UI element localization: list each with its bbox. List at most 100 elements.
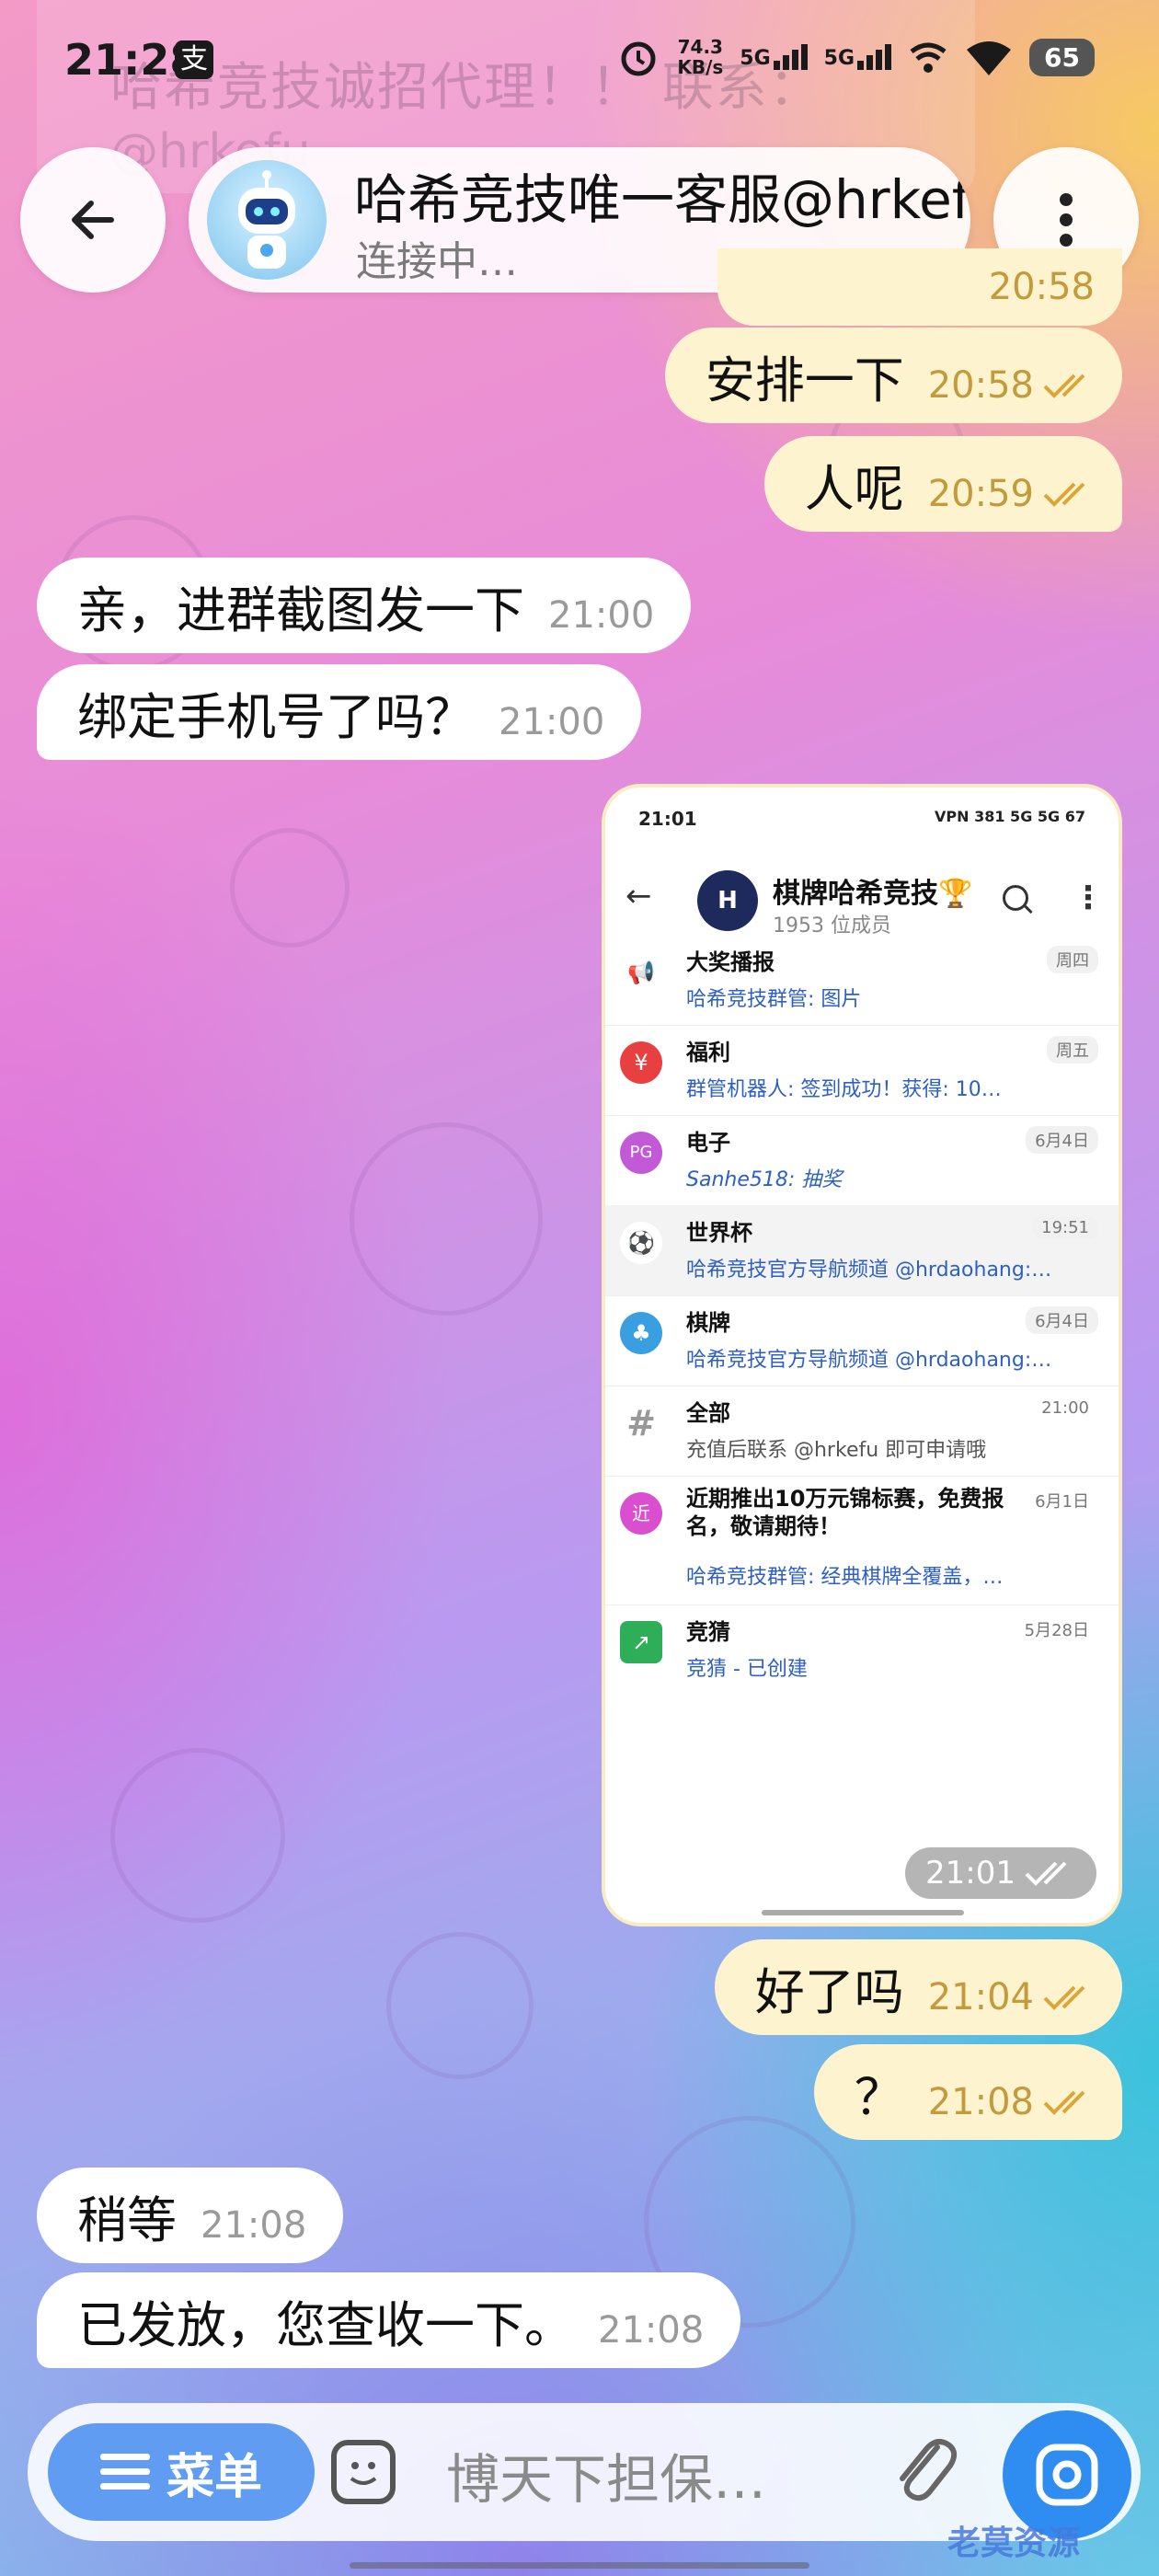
message-time: 21:00	[499, 701, 605, 743]
alarm-icon	[621, 41, 656, 76]
message-time: 20:58	[988, 266, 1095, 308]
message-bubble-outgoing[interactable]: 好了吗 21:04	[714, 1939, 1122, 2035]
money-bag-icon: ¥	[620, 1041, 662, 1084]
screenshot-status-icons: VPN 381 5G 5G 67	[935, 808, 1085, 825]
topic-last-message: 充值后联系 @hrkefu 即可申请哦	[686, 1439, 987, 1462]
message-time: 21:04	[927, 1976, 1034, 2018]
screenshot-status-time: 21:01	[638, 808, 697, 830]
message-bubble-incoming[interactable]: 绑定手机号了吗？ 21:00	[37, 664, 642, 760]
cards-icon: ♣	[620, 1312, 662, 1354]
menu-button[interactable]: 菜单	[48, 2423, 315, 2521]
topic-last-message: 竞猜 - 已创建	[686, 1658, 808, 1681]
topic-last-message: 群管机器人: 签到成功！获得: 10…	[686, 1078, 1002, 1101]
message-text: 已发放，您查收一下。	[77, 2295, 574, 2354]
message-bubble-incoming[interactable]: 亲，进群截图发一下 21:00	[37, 558, 692, 653]
message-time: 21:08	[201, 2204, 307, 2247]
read-check-icon	[1043, 2090, 1085, 2115]
connection-status: 连接中…	[356, 238, 518, 285]
wifi-calling-icon	[910, 42, 947, 73]
status-bar: 21:28 支 74.3 KB/s 5G 5G 65	[0, 0, 1159, 129]
menu-icon	[99, 2454, 150, 2490]
recent-icon: 近	[620, 1492, 662, 1535]
topic-name: 世界杯	[686, 1220, 752, 1246]
topic-name: 福利	[686, 1040, 730, 1065]
watermark-logo: 老莫资源	[947, 2524, 1081, 2562]
robot-avatar-icon	[207, 160, 327, 280]
more-vertical-icon: ⋮	[1073, 880, 1104, 916]
read-check-icon	[1043, 482, 1085, 507]
group-avatar: H	[697, 870, 758, 931]
message-bubble-outgoing[interactable]: 人呢 20:59	[763, 436, 1122, 532]
message-time: 21:08	[927, 2081, 1034, 2123]
message-bubble-incoming[interactable]: 稍等 21:08	[37, 2168, 344, 2263]
topic-name: 大奖播报	[686, 949, 775, 975]
home-indicator	[350, 2562, 809, 2569]
topic-name: 竞猜	[686, 1619, 730, 1645]
attach-icon[interactable]	[888, 2429, 961, 2512]
topic-date: 周五	[1047, 1036, 1098, 1064]
image-message-screenshot[interactable]: 21:01 VPN 381 5G 5G 67 ← H 棋牌哈希竞技🏆 1953 …	[602, 784, 1122, 1926]
message-text: 亲，进群截图发一下	[77, 581, 524, 639]
read-check-icon	[1043, 1985, 1085, 2010]
search-icon	[1003, 885, 1028, 911]
message-time: 20:58	[927, 364, 1034, 407]
screenshot-home-indicator	[762, 1910, 964, 1915]
message-text: 安排一下	[705, 351, 904, 409]
topic-row: ♣ 棋牌 6月4日 哈希竞技官方导航频道 @hrdaohang:…	[605, 1295, 1119, 1386]
topic-row: 近 近期推出10万元锦标赛，免费报名，敬请期待！ 6月1日 哈希竞技群管: 经典…	[605, 1476, 1119, 1605]
chat-title: 哈希竞技唯一客服@hrkefu	[354, 168, 970, 231]
read-check-icon	[1043, 374, 1085, 398]
back-arrow-icon	[72, 201, 114, 239]
sticker-icon[interactable]	[331, 2440, 396, 2504]
battery-indicator: 65	[1029, 38, 1095, 76]
message-bubble-incoming[interactable]: 已发放，您查收一下。 21:08	[37, 2272, 741, 2368]
topic-last-message: 哈希竞技官方导航频道 @hrdaohang:…	[686, 1349, 1052, 1372]
topic-date: 19:51	[1032, 1216, 1098, 1239]
message-time: 20:59	[927, 473, 1034, 515]
pg-icon: PG	[620, 1132, 662, 1174]
camera-icon	[1036, 2444, 1098, 2506]
topic-row: # 全部 21:00 充值后联系 @hrkefu 即可申请哦	[605, 1386, 1119, 1477]
topic-name: 棋牌	[686, 1310, 730, 1336]
trend-icon: ↗	[620, 1621, 662, 1663]
topic-date: 周四	[1047, 946, 1098, 973]
message-text: 人呢	[804, 459, 904, 518]
message-text: 好了吗	[754, 1962, 904, 2021]
topic-date: 21:00	[1041, 1398, 1089, 1418]
more-vertical-icon	[1060, 193, 1073, 247]
message-bubble-outgoing[interactable]: 安排一下 20:58	[664, 328, 1122, 423]
group-title: 棋牌哈希竞技🏆	[773, 878, 973, 910]
message-time: 21:00	[548, 594, 655, 637]
topic-name: 电子	[686, 1130, 730, 1156]
topic-row: ⚽ 世界杯 19:51 哈希竞技官方导航频道 @hrdaohang:…	[605, 1205, 1119, 1296]
message-bubble-outgoing[interactable]: 20:58	[717, 248, 1122, 326]
menu-button-label: 菜单	[166, 2449, 262, 2505]
topic-last-message: 哈希竞技群管: 经典棋牌全覆盖，…	[686, 1566, 1004, 1589]
message-input[interactable]: 博天下担保…	[446, 2436, 766, 2513]
topic-date: 6月4日	[1026, 1306, 1098, 1334]
topic-name: 近期推出10万元锦标赛，免费报名，敬请期待！	[686, 1486, 1004, 1539]
signal-icon-2: 5G	[824, 44, 892, 70]
message-text: ？	[854, 2067, 904, 2126]
net-speed: 74.3 KB/s	[677, 36, 724, 78]
topic-name: 全部	[686, 1400, 730, 1426]
back-button[interactable]	[20, 147, 166, 293]
topic-date: 5月28日	[1024, 1621, 1089, 1640]
soccer-ball-icon: ⚽	[620, 1222, 662, 1264]
megaphone-icon: 📢	[620, 951, 662, 994]
topic-row: 📢 大奖播报 周四 哈希竞技群管: 图片	[605, 935, 1119, 1026]
topic-row: ¥ 福利 周五 群管机器人: 签到成功！获得: 10…	[605, 1025, 1119, 1116]
topic-date: 6月4日	[1026, 1126, 1098, 1154]
hashtag-icon: #	[626, 1403, 656, 1443]
message-text: 绑定手机号了吗？	[77, 687, 475, 746]
topic-row: PG 电子 6月4日 Sanhe518: 抽奖	[605, 1115, 1119, 1206]
message-time: 21:08	[598, 2309, 705, 2352]
topic-row: ↗ 竞猜 5月28日 竞猜 - 已创建	[605, 1604, 1119, 1695]
back-arrow-icon: ←	[625, 878, 652, 914]
signal-icon: 5G	[740, 44, 808, 70]
alipay-icon: 支	[175, 40, 213, 79]
topic-date: 6月1日	[1035, 1492, 1089, 1512]
topic-last-message: Sanhe518: 抽奖	[686, 1168, 843, 1191]
message-bubble-outgoing[interactable]: ？ 21:08	[813, 2044, 1122, 2140]
image-message-time: 21:01	[905, 1847, 1096, 1899]
